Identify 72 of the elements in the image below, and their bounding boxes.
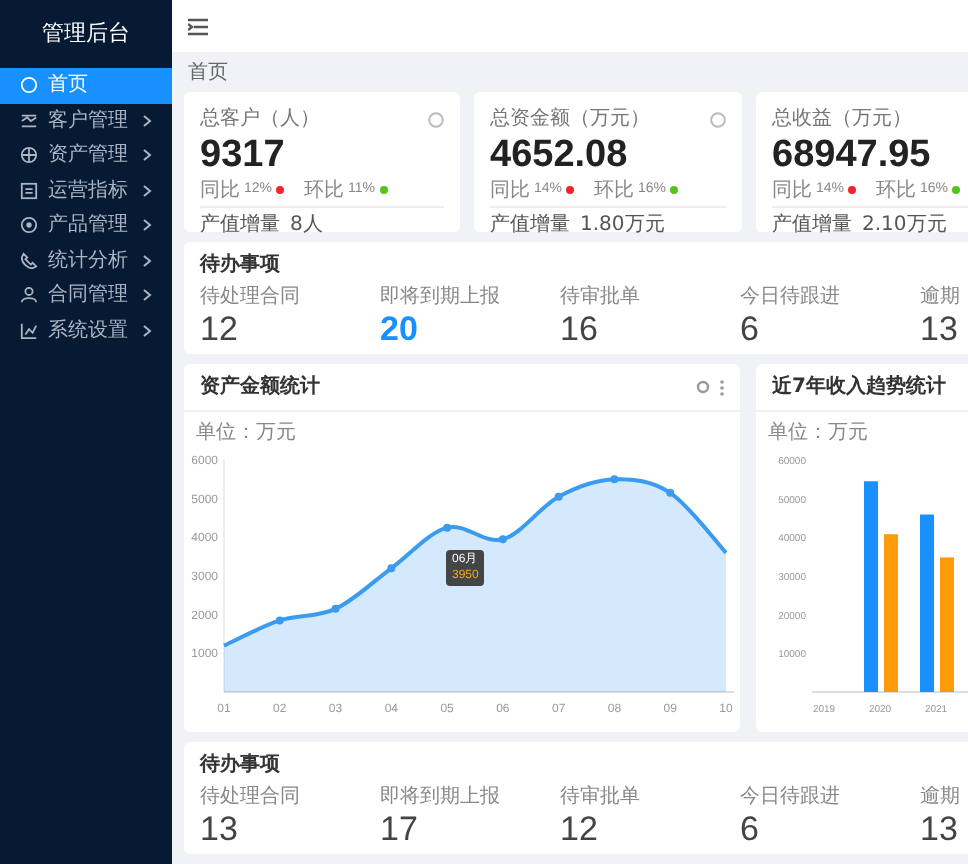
footer-value: 1.80万元: [580, 212, 665, 240]
unit-label: 单位：万元: [194, 419, 298, 448]
app-title: 管理后台: [42, 17, 130, 50]
card-label: 总客户（人）: [200, 105, 320, 134]
todo-count: 13: [200, 810, 240, 850]
trend-label: 环比: [304, 177, 345, 205]
chart-title: 近7年收入趋势统计: [772, 373, 946, 402]
todo-count: 16: [560, 310, 600, 350]
trend-label: 同比: [200, 177, 240, 205]
menu-icon[interactable]: [188, 17, 208, 35]
trend-label: 环比: [594, 177, 635, 205]
todo-count: 20: [380, 310, 420, 350]
sidebar-item[interactable]: 系统设置: [0, 313, 172, 348]
todo-count: 13: [920, 810, 960, 850]
todo-count: 12: [200, 310, 240, 350]
card-label: 总资金额（万元）: [490, 105, 650, 134]
todo-label: 今日待跟进: [740, 786, 842, 810]
chart-icon: [20, 321, 38, 340]
info-icon[interactable]: [710, 111, 726, 127]
up-dot-icon: [379, 186, 388, 194]
target-icon: [20, 216, 38, 235]
sidebar-item[interactable]: 合同管理: [0, 278, 172, 313]
up-dot-icon: [670, 186, 679, 194]
todo-label: 待审批单: [560, 786, 642, 810]
stat-value: 68947.95: [772, 134, 933, 178]
todo-count: 17: [380, 810, 420, 850]
footer-label: 产值增量: [490, 211, 570, 240]
footer-label: 产值增量: [200, 211, 280, 240]
card-title: 待办事项: [200, 751, 282, 780]
todo-count: 12: [560, 810, 600, 850]
user-icon: [20, 286, 38, 305]
up-dot-icon: [952, 186, 961, 194]
trend-label: 环比: [876, 177, 917, 205]
document-icon: [20, 181, 38, 200]
todo-label: 待审批单: [560, 286, 642, 310]
todo-label: 即将到期上报: [380, 786, 502, 810]
sidebar-item[interactable]: 统计分析: [0, 243, 172, 278]
todo-label: 今日待跟进: [740, 286, 842, 310]
footer-label: 产值增量: [772, 211, 852, 240]
unit-label: 单位：万元: [766, 419, 870, 448]
down-dot-icon: [566, 186, 575, 194]
footer-value: 8人: [290, 212, 323, 240]
todo-count: 6: [740, 810, 761, 850]
settings-icon[interactable]: [696, 380, 710, 394]
sidebar-item[interactable]: 资产管理: [0, 138, 172, 173]
todo-label: 待处理合同: [200, 786, 302, 810]
phone-icon: [20, 251, 38, 270]
down-dot-icon: [848, 186, 857, 194]
sidebar-item[interactable]: 产品管理: [0, 208, 172, 243]
trend-label: 同比: [490, 177, 530, 205]
stat-value: 9317: [200, 134, 287, 178]
todo-count: 6: [740, 310, 761, 350]
globe-icon: [20, 146, 38, 165]
card-title: 待办事项: [200, 251, 282, 280]
trend-label: 同比: [772, 177, 812, 205]
circle-icon: [20, 76, 38, 95]
todo-label: 逾期: [920, 286, 962, 310]
todo-label: 即将到期上报: [380, 286, 502, 310]
stat-value: 4652.08: [490, 134, 630, 178]
card-label: 总收益（万元）: [772, 105, 912, 134]
footer-value: 2.10万元: [862, 212, 947, 240]
sidebar-item[interactable]: 客户管理: [0, 103, 172, 138]
sidebar-item[interactable]: 运营指标: [0, 173, 172, 208]
todo-label: 待处理合同: [200, 286, 302, 310]
down-dot-icon: [276, 186, 285, 194]
chart-title: 资产金额统计: [200, 372, 320, 402]
chart-icon: [20, 111, 38, 130]
breadcrumb[interactable]: 首页: [188, 57, 228, 87]
info-icon[interactable]: [428, 111, 444, 127]
bar: [940, 557, 954, 692]
todo-count: 13: [920, 310, 960, 350]
todo-label: 逾期: [920, 786, 962, 810]
